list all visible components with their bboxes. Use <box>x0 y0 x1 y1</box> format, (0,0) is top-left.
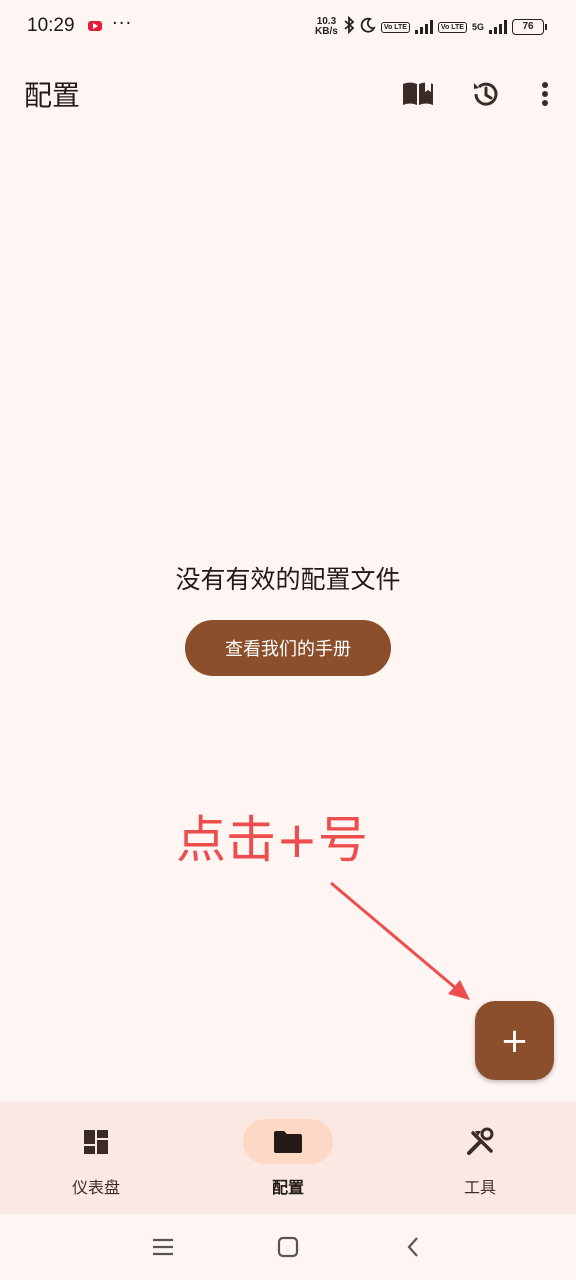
network-speed: 10.3 KB/s <box>315 17 338 37</box>
bluetooth-icon <box>343 15 355 38</box>
nav-item-tools[interactable]: 工具 <box>384 1102 576 1214</box>
dashboard-icon <box>84 1129 108 1154</box>
nav-item-dashboard[interactable]: 仪表盘 <box>0 1102 192 1214</box>
book-icon[interactable] <box>400 76 436 112</box>
network-type: 5G <box>471 22 484 32</box>
nav-pill <box>51 1119 141 1164</box>
app-bar: 配置 <box>0 60 576 128</box>
nav-label-tools: 工具 <box>463 1178 496 1197</box>
moon-icon <box>360 17 376 37</box>
empty-state-message: 没有有效的配置文件 <box>175 565 401 594</box>
youtube-notification-icon <box>88 21 102 31</box>
signal-icon <box>414 20 433 34</box>
bottom-navigation: 仪表盘 配置 工具 <box>0 1102 576 1214</box>
back-icon[interactable] <box>398 1232 428 1262</box>
page-title: 配置 <box>24 79 81 112</box>
plus-icon: + <box>500 1020 529 1061</box>
network-speed-unit: KB/s <box>315 26 338 37</box>
tools-icon <box>467 1127 494 1155</box>
status-icons: 10.3 KB/s Vo LTE Vo LTE 5G 76 <box>315 15 547 39</box>
annotation-text: 点击+号 <box>176 811 368 869</box>
view-manual-button[interactable]: 查看我们的手册 <box>185 620 391 676</box>
more-notifications-indicator: ··· <box>112 13 133 34</box>
nav-item-profiles[interactable]: 配置 <box>192 1102 384 1214</box>
system-navigation-bar <box>0 1214 576 1280</box>
nav-label-profiles: 配置 <box>271 1178 304 1197</box>
more-vert-icon[interactable] <box>527 76 563 112</box>
home-icon[interactable] <box>273 1232 303 1262</box>
volte-badge-2: Vo LTE <box>437 21 467 33</box>
volte-badge: Vo LTE <box>380 21 410 33</box>
recents-icon[interactable] <box>148 1232 178 1262</box>
status-time: 10:29 <box>27 15 75 36</box>
nav-pill <box>435 1119 525 1164</box>
folder-icon <box>274 1130 302 1153</box>
add-profile-button[interactable]: + <box>475 1001 554 1080</box>
nav-label-dashboard: 仪表盘 <box>71 1178 120 1197</box>
history-icon[interactable] <box>468 76 504 112</box>
battery-icon: 76 <box>512 19 547 35</box>
signal-icon-2 <box>489 20 507 34</box>
status-bar: 10:29 ··· 10.3 KB/s Vo LTE Vo LTE 5G 76 <box>0 0 576 52</box>
nav-pill-active <box>243 1119 333 1164</box>
